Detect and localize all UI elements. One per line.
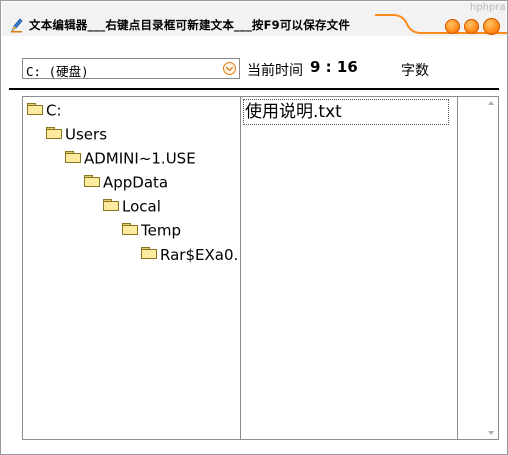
minimize-button[interactable] [445, 19, 460, 34]
window-bottom-edge [2, 440, 506, 454]
app-window: 文本编辑器___右键点目录框可新建文本___按F9可以保存文件 hphpra C… [0, 0, 508, 455]
tree-item-admini[interactable]: ADMINI~1.USE [65, 149, 196, 169]
tree-item-rar-temp[interactable]: Rar$EXa0. [141, 245, 239, 265]
folder-icon [27, 103, 43, 115]
tree-item-label: ADMINI~1.USE [84, 149, 196, 168]
window-title: 文本编辑器___右键点目录框可新建文本___按F9可以保存文件 [29, 18, 351, 32]
tree-item-label: Users [65, 125, 108, 144]
time-value: 9 : 16 [310, 58, 358, 76]
app-pen-icon [11, 18, 23, 33]
tree-item-appdata[interactable]: AppData [84, 173, 168, 193]
folder-icon [46, 127, 62, 139]
tree-item-c-drive[interactable]: C: [27, 101, 62, 121]
tree-item-label: Temp [141, 221, 181, 240]
tree-item-users[interactable]: Users [46, 125, 107, 145]
folder-icon [84, 175, 100, 187]
main-panes: C: Users ADMINI~1.USE AppData Local Temp… [9, 92, 499, 440]
tree-item-local[interactable]: Local [103, 197, 161, 217]
tree-item-label: C: [46, 101, 62, 120]
editor-area[interactable] [457, 96, 499, 440]
tree-item-temp[interactable]: Temp [122, 221, 181, 241]
char-count-label: 字数 [401, 63, 429, 79]
tree-item-label: AppData [103, 173, 169, 192]
background-text-fragment: hphpra [470, 2, 506, 13]
folder-icon [141, 247, 157, 259]
maximize-button[interactable] [464, 19, 479, 34]
folder-icon [65, 151, 81, 163]
file-list[interactable]: 使用说明.txt [240, 96, 458, 440]
folder-icon [103, 199, 119, 211]
toolbar: C: (硬盘) 当前时间 9 : 16 字数 [9, 41, 499, 89]
drive-select[interactable]: C: (硬盘) [22, 58, 240, 79]
folder-icon [122, 223, 138, 235]
title-bar[interactable]: 文本编辑器___右键点目录框可新建文本___按F9可以保存文件 hphpra [2, 2, 507, 36]
close-button[interactable] [483, 18, 500, 35]
toolbar-divider [9, 88, 499, 90]
vertical-scrollbar[interactable] [484, 98, 498, 438]
scroll-up-icon[interactable] [488, 101, 494, 105]
scroll-down-icon[interactable] [488, 431, 494, 435]
directory-tree[interactable]: C: Users ADMINI~1.USE AppData Local Temp… [22, 96, 241, 440]
drive-select-value: C: (硬盘) [26, 64, 89, 79]
time-label: 当前时间 [247, 63, 303, 79]
chevron-down-icon[interactable] [223, 62, 236, 75]
file-item[interactable]: 使用说明.txt [243, 99, 449, 125]
tree-item-label: Rar$EXa0. [160, 245, 239, 264]
tree-item-label: Local [122, 197, 161, 216]
